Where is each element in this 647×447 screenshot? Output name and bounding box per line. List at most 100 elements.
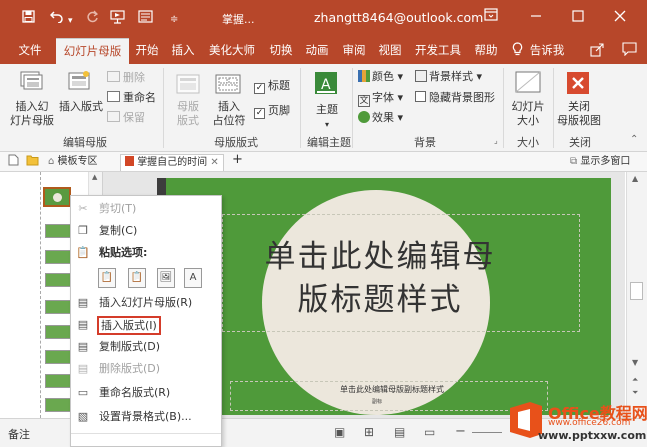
customize-toolbar-icon[interactable]: ≑ bbox=[170, 12, 178, 28]
tab-review[interactable]: 审阅 bbox=[338, 38, 370, 64]
folder-icon[interactable] bbox=[26, 154, 39, 171]
layout-thumbnail[interactable] bbox=[45, 224, 73, 238]
windows-icon: ⧉ bbox=[570, 156, 578, 167]
insert-placeholder-icon bbox=[215, 74, 241, 99]
slideshow-icon[interactable]: ▭ bbox=[424, 425, 435, 439]
close-icon[interactable] bbox=[614, 10, 626, 26]
group-label-background: 背景 bbox=[414, 136, 436, 149]
home-icon: ⌂ bbox=[48, 156, 55, 167]
layout-thumbnail[interactable] bbox=[45, 398, 73, 412]
scroll-up-icon[interactable]: ▲ bbox=[632, 174, 638, 183]
menu-item-insert-layout[interactable]: ▤ 插入版式(I) bbox=[71, 315, 221, 335]
colors-dropdown[interactable]: 颜色 ▾ bbox=[358, 70, 403, 84]
background-styles-dropdown[interactable]: 背景样式 ▾ bbox=[415, 70, 482, 84]
layout-thumbnail[interactable] bbox=[45, 300, 73, 314]
normal-view-icon[interactable]: ▣ bbox=[334, 425, 345, 439]
watermark-url-alt: www.office26.com bbox=[548, 418, 631, 428]
tab-developer[interactable]: 开发工具 bbox=[410, 38, 466, 64]
layout-thumbnail[interactable] bbox=[45, 273, 73, 287]
tab-help[interactable]: 帮助 bbox=[470, 38, 502, 64]
tab-templates[interactable]: ⌂ 模板专区 bbox=[48, 154, 98, 171]
paste-use-destination-theme-icon[interactable]: 📋 bbox=[98, 268, 116, 288]
themes-button[interactable]: 主题 ▾ bbox=[309, 103, 345, 132]
layout-thumbnail[interactable] bbox=[45, 350, 73, 364]
new-tab-icon[interactable]: + bbox=[232, 152, 243, 169]
close-tab-icon[interactable]: ✕ bbox=[210, 157, 218, 168]
menu-item-insert-master[interactable]: ▤ 插入幻灯片母版(R) bbox=[71, 293, 221, 313]
present-icon[interactable] bbox=[110, 10, 125, 29]
close-master-view-button[interactable]: 关闭 母版视图 bbox=[554, 100, 604, 128]
tab-transitions[interactable]: 切换 bbox=[265, 38, 297, 64]
dialog-launcher-icon[interactable]: ⌟ bbox=[494, 136, 498, 145]
group-label-close: 关闭 bbox=[569, 136, 591, 149]
preserve-button[interactable]: 保留 bbox=[107, 111, 145, 125]
layout-thumbnail[interactable] bbox=[45, 325, 73, 339]
menu-item-format-background[interactable]: ▧ 设置背景格式(B)... bbox=[71, 407, 221, 427]
show-windows-button[interactable]: ⧉ 显示多窗口 bbox=[570, 154, 630, 171]
menu-item-copy[interactable]: ❐ 复制(C) bbox=[71, 221, 221, 241]
clipboard-icon: 📋 bbox=[76, 246, 90, 259]
background-style-icon bbox=[415, 70, 427, 82]
insert-placeholder-button[interactable]: 插入 占位符 bbox=[208, 100, 250, 128]
group-label-master-layout: 母版版式 bbox=[214, 136, 258, 149]
insert-slide-master-button[interactable]: 插入幻 灯片母版 bbox=[8, 100, 56, 128]
tab-slide-master[interactable]: 幻灯片母版 bbox=[56, 38, 129, 64]
tab-animations[interactable]: 动画 bbox=[301, 38, 333, 64]
account-name[interactable]: zhangtt8464@outlook.com bbox=[314, 10, 483, 25]
insert-layout-button[interactable]: 插入版式 bbox=[56, 100, 106, 114]
title-checkbox[interactable]: ✓ 标题 bbox=[254, 79, 290, 94]
master-layout-button[interactable]: 母版 版式 bbox=[170, 100, 206, 128]
hide-background-checkbox[interactable]: 隐藏背景图形 bbox=[415, 91, 495, 105]
reading-view-icon[interactable]: ▤ bbox=[394, 425, 405, 439]
tab-beautify[interactable]: 美化大师 bbox=[204, 38, 260, 64]
scrollbar-thumb[interactable] bbox=[630, 282, 643, 300]
menu-item-duplicate-layout[interactable]: ▤ 复制版式(D) bbox=[71, 337, 221, 357]
subtitle-small-label: 副标 bbox=[372, 399, 383, 405]
tab-file[interactable]: 文件 bbox=[8, 38, 52, 64]
minimize-icon[interactable] bbox=[530, 10, 542, 26]
menu-item-rename-layout[interactable]: ▭ 重命名版式(R) bbox=[71, 383, 221, 403]
comments-icon[interactable] bbox=[622, 42, 637, 60]
rename-button[interactable]: 重命名 bbox=[107, 91, 156, 105]
vertical-scrollbar[interactable]: ▲ ▼ ⏶ ⏷ bbox=[626, 172, 647, 418]
tell-me-search[interactable]: 告诉我 bbox=[527, 38, 567, 64]
undo-dropdown-icon[interactable]: ▾ bbox=[68, 13, 73, 29]
slide-sorter-icon[interactable]: ⊞ bbox=[364, 425, 374, 439]
menu-item-cut[interactable]: ✂ 剪切(T) bbox=[71, 199, 221, 219]
slides-icon[interactable] bbox=[138, 10, 153, 28]
share-icon[interactable] bbox=[590, 42, 605, 61]
tab-view[interactable]: 视图 bbox=[374, 38, 406, 64]
zoom-out-icon[interactable]: − bbox=[455, 424, 466, 439]
fonts-dropdown[interactable]: 文字体 ▾ bbox=[358, 91, 403, 107]
collapse-ribbon-icon[interactable]: ⌃ bbox=[630, 134, 638, 145]
slide-subtitle-text[interactable]: 单击此处编辑母版副标题样式 bbox=[282, 384, 502, 395]
new-doc-icon[interactable] bbox=[8, 154, 19, 171]
restore-icon[interactable] bbox=[572, 10, 584, 26]
tab-current-document[interactable]: 掌握自己的时间 ✕ bbox=[120, 154, 224, 171]
delete-button[interactable]: 删除 bbox=[107, 71, 145, 85]
save-icon[interactable] bbox=[22, 10, 35, 28]
delete-layout-icon: ▤ bbox=[77, 362, 89, 375]
slide-title-text[interactable]: 单击此处编辑母 版标题样式 bbox=[215, 236, 545, 322]
master-thumbnail[interactable] bbox=[43, 187, 71, 207]
previous-slide-icon[interactable]: ⏶ bbox=[632, 375, 638, 385]
undo-icon[interactable] bbox=[49, 10, 64, 28]
tab-home[interactable]: 开始 bbox=[131, 38, 163, 64]
redo-icon[interactable] bbox=[86, 10, 99, 28]
paste-keep-text-only-icon[interactable]: A bbox=[184, 268, 202, 288]
scroll-up-icon[interactable]: ▲ bbox=[92, 173, 97, 181]
ribbon-display-icon[interactable] bbox=[484, 8, 498, 25]
notes-button[interactable]: 备注 bbox=[8, 426, 30, 442]
layout-thumbnail[interactable] bbox=[45, 250, 73, 264]
paste-keep-source-icon[interactable]: 📋 bbox=[128, 268, 146, 288]
insert-master-icon: ▤ bbox=[77, 296, 89, 309]
watermark-logo: Office教程网 www.office26.com www.pptxxw.co… bbox=[496, 396, 647, 446]
footer-checkbox[interactable]: ✓ 页脚 bbox=[254, 104, 290, 119]
slide-size-button[interactable]: 幻灯片 大小 bbox=[506, 100, 550, 128]
tab-insert[interactable]: 插入 bbox=[167, 38, 199, 64]
scroll-down-icon[interactable]: ▼ bbox=[632, 358, 638, 367]
paste-picture-icon[interactable]: 🖼 bbox=[157, 268, 175, 288]
menu-item-delete-layout[interactable]: ▤ 删除版式(D) bbox=[71, 359, 221, 379]
layout-thumbnail[interactable] bbox=[45, 374, 73, 388]
effects-dropdown[interactable]: 效果 ▾ bbox=[358, 111, 403, 125]
